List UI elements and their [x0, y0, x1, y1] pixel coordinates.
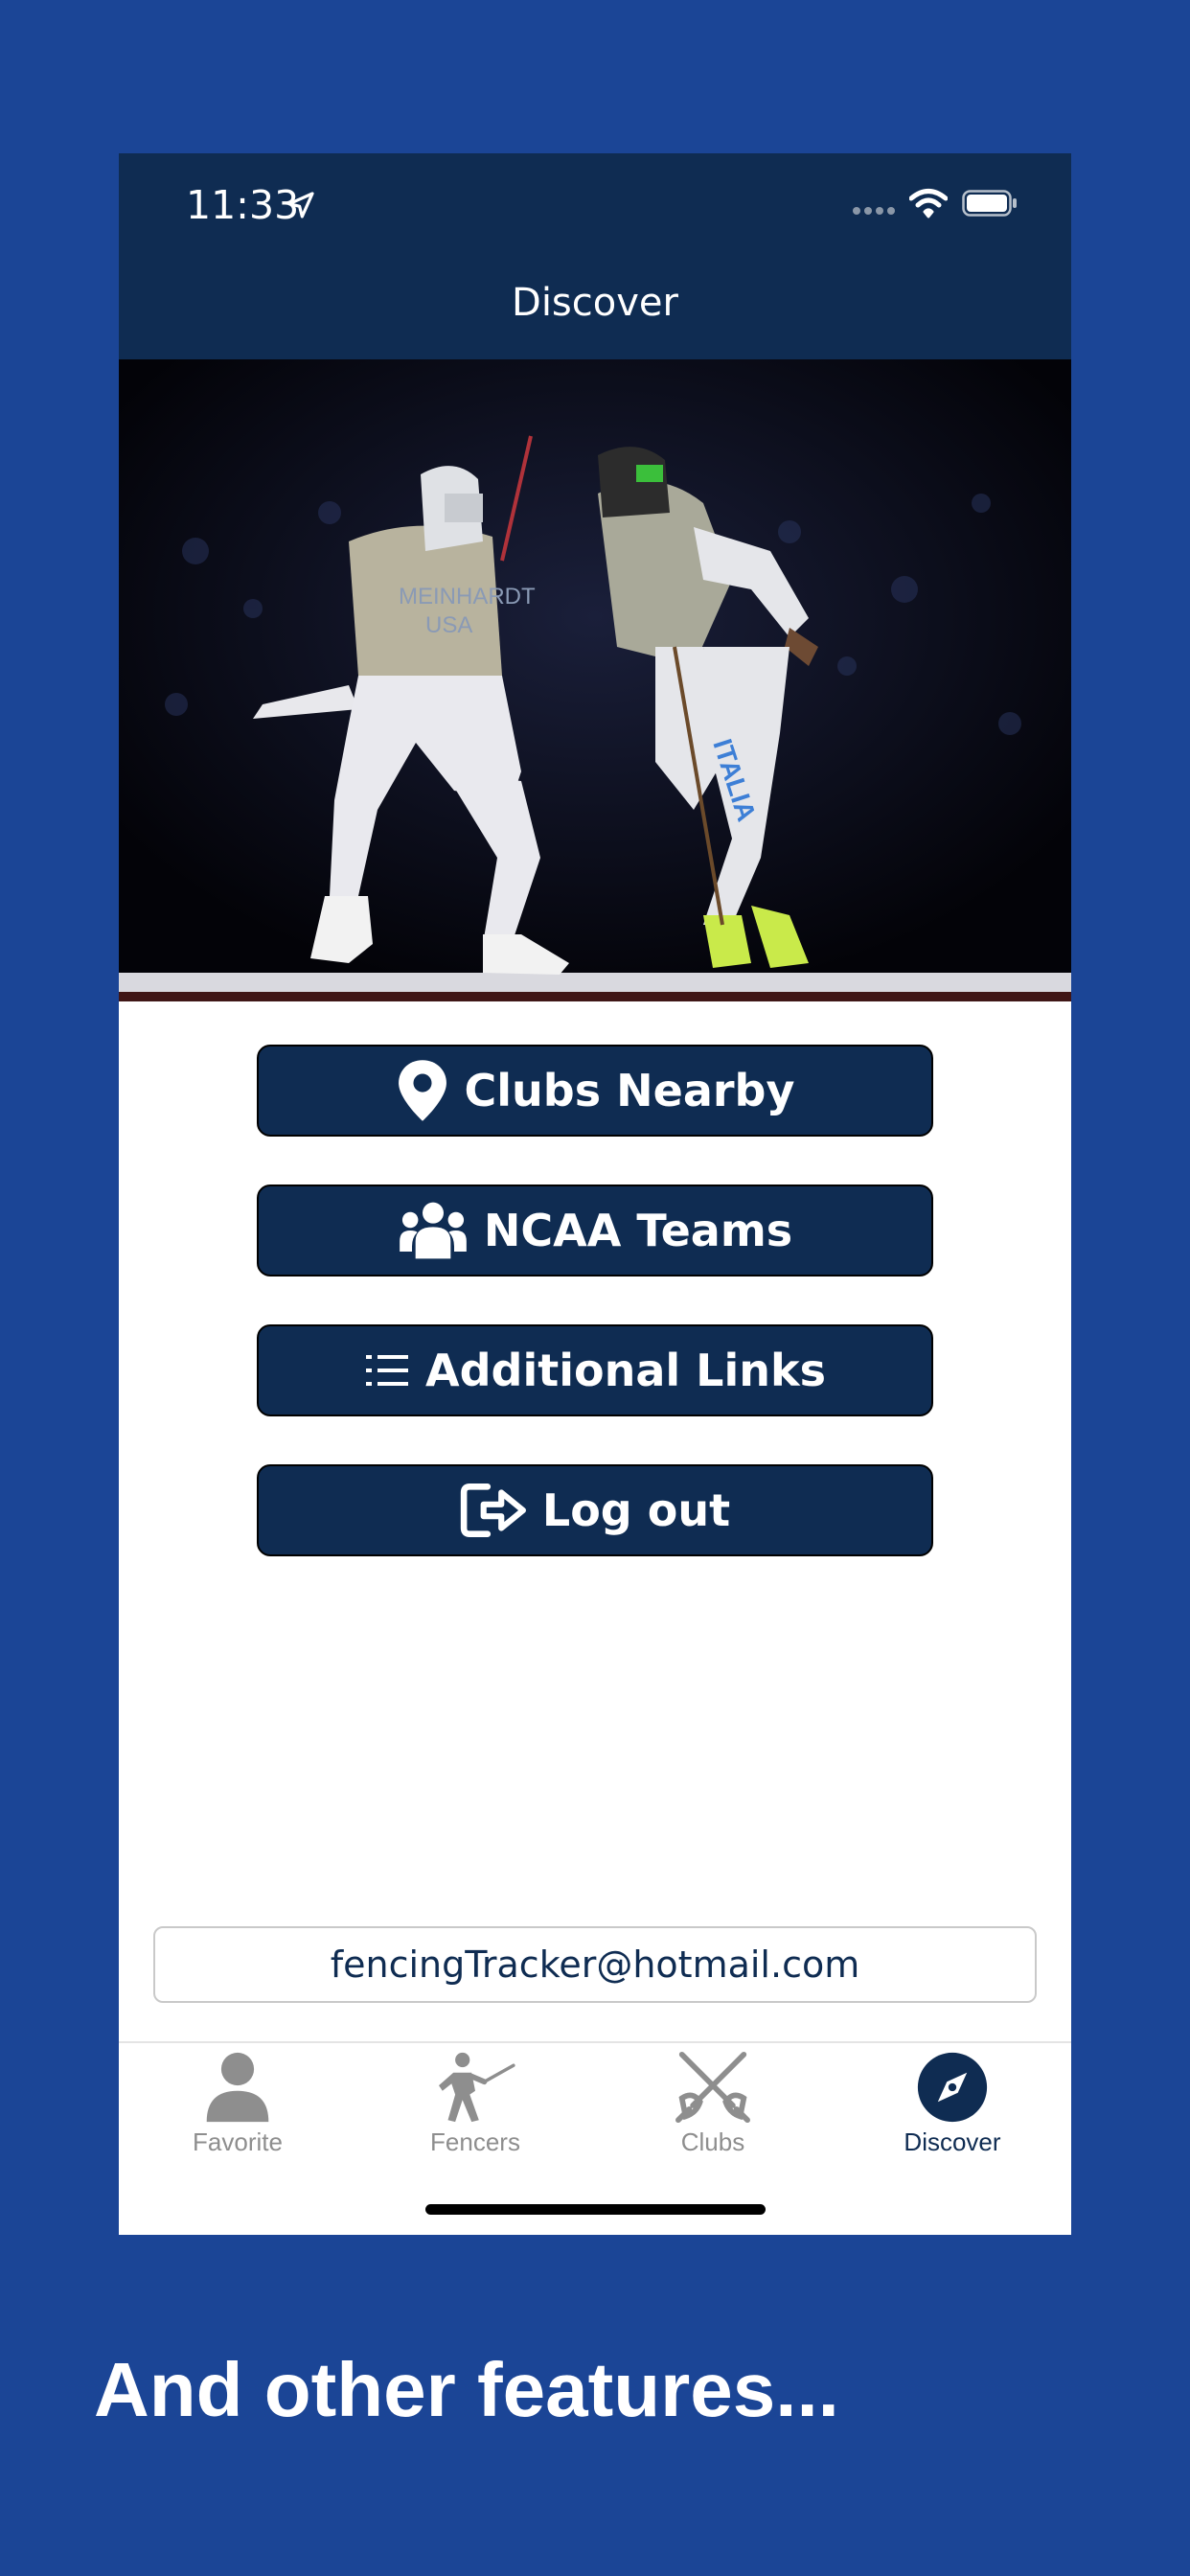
- tab-discover-label: Discover: [904, 2128, 1001, 2156]
- additional-links-label: Additional Links: [425, 1345, 826, 1396]
- clubs-nearby-label: Clubs Nearby: [464, 1065, 795, 1116]
- tab-fencers[interactable]: Fencers: [379, 2051, 571, 2175]
- tab-clubs[interactable]: Clubs: [617, 2051, 809, 2175]
- list-icon: [366, 1355, 409, 1386]
- home-indicator: [425, 2204, 766, 2215]
- logout-icon: [460, 1484, 526, 1537]
- contact-email-text: fencingTracker@hotmail.com: [330, 1944, 860, 1986]
- clubs-nearby-button[interactable]: Clubs Nearby: [257, 1045, 933, 1137]
- compass-icon: [917, 2052, 988, 2123]
- tab-favorite[interactable]: Favorite: [142, 2051, 333, 2175]
- person-icon: [206, 2052, 269, 2123]
- contact-email[interactable]: fencingTracker@hotmail.com: [153, 1926, 1037, 2003]
- users-group-icon: [400, 1202, 467, 1259]
- fencer-left-lettering: MEINHARDT: [399, 584, 536, 610]
- header: 11:33 Discover: [119, 153, 1071, 359]
- wifi-icon: [909, 189, 948, 218]
- signal-icon: [853, 207, 895, 215]
- crossed-swords-icon: [675, 2051, 750, 2124]
- tab-fencers-label: Fencers: [430, 2128, 520, 2156]
- promo-caption: And other features...: [94, 2347, 839, 2432]
- additional-links-button[interactable]: Additional Links: [257, 1324, 933, 1416]
- page-title: Discover: [512, 281, 678, 325]
- tab-favorite-label: Favorite: [193, 2128, 283, 2156]
- hero-image: MEINHARDT USA ITALIA: [119, 359, 1071, 1001]
- status-time: 11:33: [186, 182, 300, 228]
- location-pin-icon: [398, 1060, 446, 1121]
- ncaa-teams-label: NCAA Teams: [483, 1205, 793, 1256]
- svg-text:USA: USA: [425, 612, 472, 638]
- ncaa-teams-button[interactable]: NCAA Teams: [257, 1184, 933, 1276]
- location-arrow-icon: [287, 192, 314, 218]
- logout-label: Log out: [541, 1484, 731, 1536]
- tab-discover[interactable]: Discover: [857, 2051, 1048, 2175]
- battery-icon: [962, 190, 1017, 217]
- logout-button[interactable]: Log out: [257, 1464, 933, 1556]
- phone-screen: 11:33 Discover MEINHARDT USA ITALIA Club…: [119, 153, 1071, 2235]
- fencer-icon: [439, 2052, 515, 2123]
- tab-clubs-label: Clubs: [680, 2128, 745, 2156]
